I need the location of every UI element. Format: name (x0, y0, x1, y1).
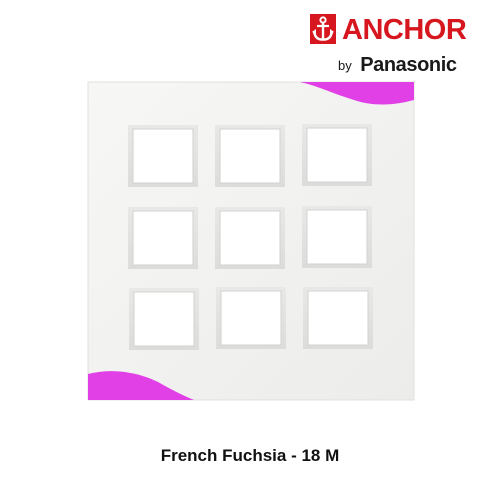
switch-plate (87, 81, 415, 401)
module-opening (303, 287, 373, 349)
module-opening (302, 206, 372, 268)
module-opening (215, 125, 285, 187)
module-opening (302, 124, 372, 186)
product-image: ANCHOR by Panasonic French Fuchsia - 18 … (0, 0, 500, 500)
product-caption: French Fuchsia - 18 M (160, 446, 340, 465)
module-opening (128, 125, 198, 187)
module-grid (128, 124, 373, 350)
module-opening (215, 207, 285, 269)
module-opening (129, 288, 199, 350)
module-opening (128, 207, 198, 269)
module-opening (216, 287, 286, 349)
